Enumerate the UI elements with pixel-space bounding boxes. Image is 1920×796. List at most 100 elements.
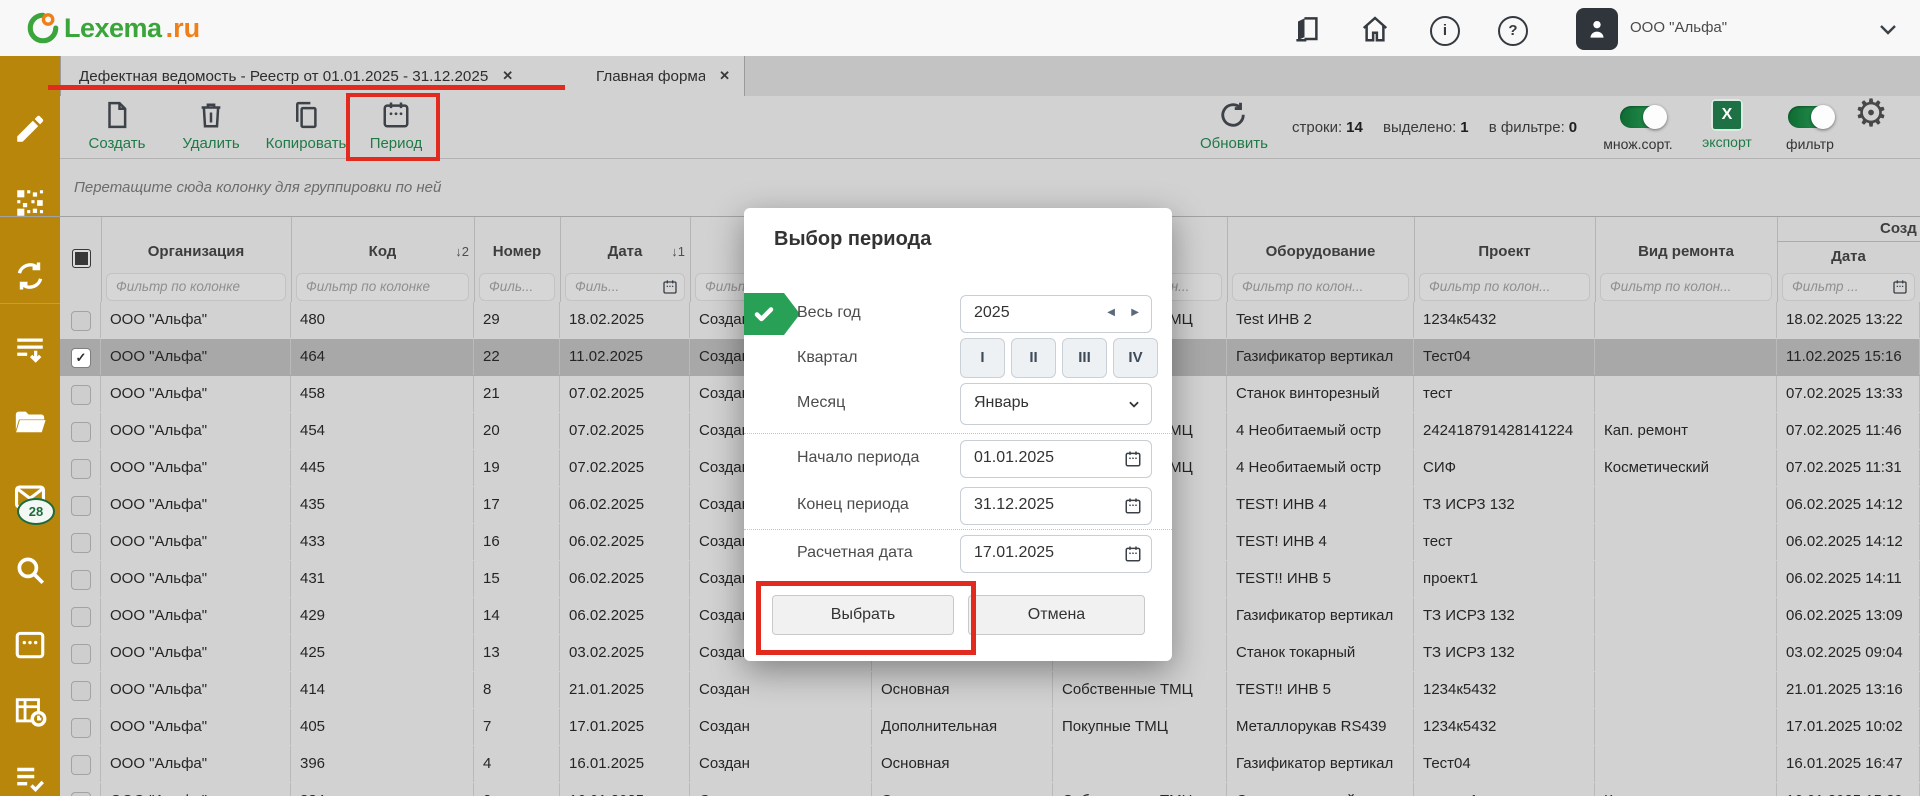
- field-label: Месяц: [797, 383, 845, 423]
- row-checkbox[interactable]: ✓: [71, 348, 91, 368]
- sidebar-modules-icon[interactable]: [13, 186, 47, 220]
- sort-indicator: ↓1: [671, 229, 685, 275]
- sidebar-pencil-icon[interactable]: [13, 112, 47, 146]
- row-checkbox[interactable]: [71, 533, 91, 553]
- column-header-org[interactable]: ОрганизацияФильтр по колонке: [101, 217, 292, 303]
- cell-repair: Кап. ремонт: [1595, 413, 1777, 449]
- filter-input-repair[interactable]: Фильтр по колон...: [1600, 273, 1772, 301]
- tab-main-form[interactable]: Главная форма ✕: [578, 56, 745, 96]
- excel-export-button[interactable]: X: [1711, 99, 1743, 131]
- quarter-button-IV[interactable]: IV: [1113, 338, 1158, 378]
- sidebar-list-check-icon[interactable]: [13, 761, 47, 795]
- calendar-icon[interactable]: [1892, 279, 1908, 295]
- cell-project: Тест04: [1414, 339, 1595, 375]
- sidebar-folder-open-icon[interactable]: [13, 406, 47, 440]
- row-checkbox[interactable]: [71, 681, 91, 701]
- year-input[interactable]: 2025◀▶: [960, 295, 1152, 333]
- month-select[interactable]: Январь: [960, 383, 1152, 425]
- column-header-created[interactable]: СоздДатаФильтр ...: [1777, 217, 1920, 303]
- cell-num: 29: [474, 302, 560, 338]
- filter-input-date[interactable]: Филь...: [565, 273, 685, 301]
- info-icon[interactable]: i: [1430, 16, 1460, 46]
- quarter-buttons: IIIIIIIV: [960, 338, 1158, 378]
- sidebar-list-download-icon[interactable]: [13, 333, 47, 367]
- filter-input-code[interactable]: Фильтр по колонке: [296, 273, 469, 301]
- select-all-checkbox[interactable]: [72, 249, 91, 268]
- cancel-button[interactable]: Отмена: [968, 595, 1145, 635]
- column-header-equip[interactable]: ОборудованиеФильтр по колон...: [1227, 217, 1415, 303]
- filter-input-equip[interactable]: Фильтр по колон...: [1232, 273, 1409, 301]
- filter-input-org[interactable]: Фильтр по колонке: [106, 273, 286, 301]
- row-checkbox[interactable]: [71, 644, 91, 664]
- company-selector[interactable]: ООО "Альфа": [1630, 0, 1727, 56]
- quarter-button-III[interactable]: III: [1062, 338, 1107, 378]
- home-icon[interactable]: [1360, 14, 1390, 44]
- quarter-button-I[interactable]: I: [960, 338, 1005, 378]
- date-input[interactable]: 31.12.2025: [960, 487, 1152, 525]
- row-checkbox[interactable]: [71, 311, 91, 331]
- delete-button[interactable]: Удалить: [164, 96, 258, 158]
- select-button[interactable]: Выбрать: [772, 595, 954, 635]
- column-header-num[interactable]: НомерФиль...: [474, 217, 561, 303]
- filter-input-created[interactable]: Фильтр ...: [1782, 273, 1915, 301]
- table-row[interactable]: ООО "Альфа"396416.01.2025СозданОсновнаяГ…: [60, 746, 1920, 784]
- row-checkbox[interactable]: [71, 755, 91, 775]
- row-checkbox[interactable]: [71, 496, 91, 516]
- filter-input-num[interactable]: Филь...: [479, 273, 555, 301]
- date-input[interactable]: 01.01.2025: [960, 440, 1152, 478]
- cell-equip: Газификатор вертикал: [1227, 598, 1414, 634]
- sidebar-search-icon[interactable]: [13, 553, 47, 587]
- cell-code: 429: [291, 598, 474, 634]
- row-checkbox[interactable]: [71, 607, 91, 627]
- gear-icon[interactable]: ⚙: [1854, 92, 1888, 136]
- table-row[interactable]: ООО "Альфа"405717.01.2025СозданДополните…: [60, 709, 1920, 747]
- column-header-project[interactable]: ПроектФильтр по колон...: [1414, 217, 1596, 303]
- column-header-repair[interactable]: Вид ремонтаФильтр по колон...: [1595, 217, 1778, 303]
- cell-num: 8: [474, 672, 560, 708]
- user-avatar[interactable]: [1576, 8, 1618, 50]
- row-checkbox[interactable]: [71, 718, 91, 738]
- lexema-logo[interactable]: Lexema.ru: [26, 10, 200, 46]
- year-prev-icon[interactable]: ◀: [1107, 296, 1115, 330]
- year-next-icon[interactable]: ▶: [1131, 296, 1139, 330]
- row-checkbox[interactable]: [71, 422, 91, 442]
- cell-num: 17: [474, 487, 560, 523]
- calendar-icon[interactable]: [1124, 545, 1142, 563]
- row-checkbox[interactable]: [71, 459, 91, 479]
- cell-status: Создан: [690, 783, 872, 796]
- table-row[interactable]: ООО "Альфа"384216.01.2025СозданОсновнаяС…: [60, 783, 1920, 796]
- cell-code: 396: [291, 746, 474, 782]
- date-input[interactable]: 17.01.2025: [960, 535, 1152, 573]
- period-button[interactable]: Период: [354, 96, 438, 158]
- sidebar-calendar-icon[interactable]: [13, 627, 47, 661]
- column-header-code[interactable]: Код↓2Фильтр по колонке: [291, 217, 475, 303]
- row-checkbox[interactable]: [71, 792, 91, 796]
- multi-sort-toggle[interactable]: [1620, 106, 1666, 128]
- help-icon[interactable]: ?: [1498, 16, 1528, 46]
- tab-defect-register[interactable]: Дефектная ведомость - Реестр от 01.01.20…: [60, 56, 579, 96]
- close-icon[interactable]: ✕: [502, 68, 513, 84]
- sidebar-report-clock-icon[interactable]: [13, 694, 47, 728]
- copy-button[interactable]: Копировать: [258, 96, 354, 158]
- window-exit-icon[interactable]: [1292, 14, 1322, 44]
- filter-input-project[interactable]: Фильтр по колон...: [1419, 273, 1590, 301]
- chevron-down-icon[interactable]: [1876, 17, 1900, 41]
- cell-num: 19: [474, 450, 560, 486]
- date-value: 01.01.2025: [974, 441, 1054, 475]
- calendar-icon[interactable]: [1124, 497, 1142, 515]
- cell-project: 1234к5432: [1414, 709, 1595, 745]
- refresh-button[interactable]: Обновить: [1200, 96, 1266, 152]
- create-button[interactable]: Создать: [70, 96, 164, 158]
- close-icon[interactable]: ✕: [719, 68, 730, 84]
- quarter-button-II[interactable]: II: [1011, 338, 1056, 378]
- whole-year-check-badge[interactable]: [744, 293, 784, 335]
- filter-toggle[interactable]: [1788, 106, 1834, 128]
- calendar-icon[interactable]: [662, 279, 678, 295]
- row-checkbox[interactable]: [71, 385, 91, 405]
- table-row[interactable]: ООО "Альфа"414821.01.2025СозданОсновнаяС…: [60, 672, 1920, 710]
- calendar-icon[interactable]: [1124, 450, 1142, 468]
- date-value: 31.12.2025: [974, 488, 1054, 522]
- row-checkbox[interactable]: [71, 570, 91, 590]
- column-header-date[interactable]: Дата↓1Филь...: [560, 217, 691, 303]
- row-checkbox-cell: ✓: [60, 339, 101, 375]
